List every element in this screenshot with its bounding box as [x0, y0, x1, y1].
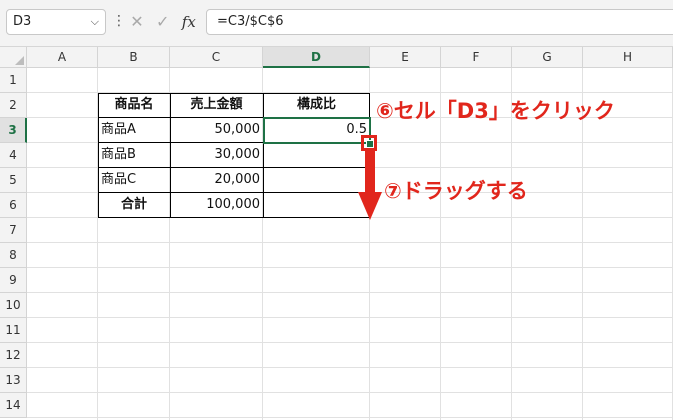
row-header-4[interactable]: 4 [0, 143, 27, 168]
cell-d6[interactable] [263, 193, 370, 218]
step7-annotation: ⑦ドラッグする [384, 179, 528, 203]
cell-c6[interactable]: 100,000 [170, 193, 263, 218]
column-header-c[interactable]: C [170, 47, 263, 68]
step6-annotation: ⑥セル「D3」をクリック [376, 99, 615, 123]
column-header-a[interactable]: A [27, 47, 98, 68]
insert-function-icon[interactable]: fx [182, 9, 196, 35]
column-header-f[interactable]: F [441, 47, 512, 68]
cell-b5[interactable]: 商品C [98, 168, 170, 193]
cell-d5[interactable] [263, 168, 370, 193]
row-header-14[interactable]: 14 [0, 393, 27, 418]
chevron-down-icon[interactable]: ⌵ [91, 10, 99, 34]
cell-b6-total-label[interactable]: 合計 [98, 193, 170, 218]
row-header-8[interactable]: 8 [0, 243, 27, 268]
header-cell-sales[interactable]: 売上金額 [170, 93, 263, 118]
grid-line [27, 267, 673, 268]
name-box[interactable]: D3 ⌵ [6, 9, 106, 35]
cell-c4[interactable]: 30,000 [170, 143, 263, 168]
column-header-h[interactable]: H [583, 47, 673, 68]
grid-line [27, 392, 673, 393]
cell-d4[interactable] [263, 143, 370, 168]
drag-arrow-icon [358, 150, 382, 220]
formula-bar: D3 ⌵ ⋮ ✕ ✓ fx =C3/$C$6 [0, 0, 673, 47]
header-cell-product[interactable]: 商品名 [98, 93, 170, 118]
cell-b3[interactable]: 商品A [98, 118, 170, 143]
row-header-6[interactable]: 6 [0, 193, 27, 218]
grid-line [27, 417, 673, 418]
cell-c3[interactable]: 50,000 [170, 118, 263, 143]
enter-icon[interactable]: ✓ [156, 9, 169, 35]
column-header-g[interactable]: G [512, 47, 583, 68]
grid-line [27, 242, 673, 243]
row-header-7[interactable]: 7 [0, 218, 27, 243]
row-header-2[interactable]: 2 [0, 93, 27, 118]
row-header-10[interactable]: 10 [0, 293, 27, 318]
row-header-1[interactable]: 1 [0, 68, 27, 93]
formula-input[interactable]: =C3/$C$6 [206, 9, 673, 35]
cell-b4[interactable]: 商品B [98, 143, 170, 168]
active-cell-border [263, 117, 371, 144]
cancel-icon[interactable]: ✕ [130, 9, 143, 35]
column-header-d[interactable]: D [263, 47, 370, 68]
grid-line [27, 367, 673, 368]
formula-buttons: ✕ ✓ fx [124, 9, 202, 35]
row-header-9[interactable]: 9 [0, 268, 27, 293]
row-header-3[interactable]: 3 [0, 118, 27, 143]
grid-line [27, 317, 673, 318]
header-cell-ratio[interactable]: 構成比 [263, 93, 370, 118]
row-header-12[interactable]: 12 [0, 343, 27, 368]
name-box-value: D3 [13, 14, 32, 29]
grid-line [27, 292, 673, 293]
cell-c5[interactable]: 20,000 [170, 168, 263, 193]
column-header-b[interactable]: B [98, 47, 170, 68]
row-header-13[interactable]: 13 [0, 368, 27, 393]
column-header-e[interactable]: E [370, 47, 441, 68]
fill-handle-highlight [361, 135, 377, 151]
row-header-11[interactable]: 11 [0, 318, 27, 343]
grid-line [27, 342, 673, 343]
select-all-button[interactable] [0, 47, 27, 68]
row-header-5[interactable]: 5 [0, 168, 27, 193]
